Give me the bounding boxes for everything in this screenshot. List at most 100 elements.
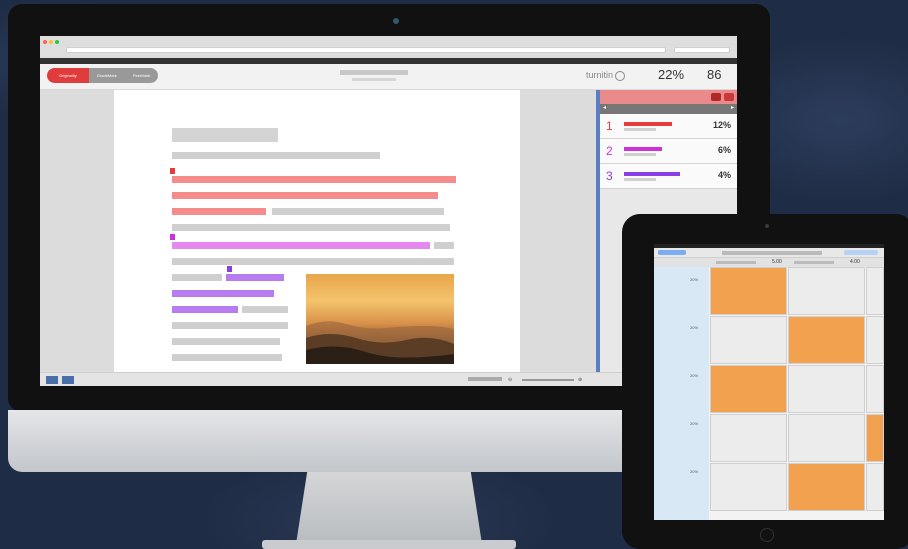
text-line	[172, 322, 288, 329]
mountain-silhouette	[306, 321, 454, 364]
chevron-left-icon[interactable]: ◂	[603, 104, 606, 111]
zoom-out-icon[interactable]: ⊖	[508, 377, 512, 383]
tab-grademark[interactable]: GradeMark	[88, 68, 125, 83]
match-source-bar	[624, 122, 672, 126]
browser-chrome	[40, 36, 737, 64]
app-toolbar: Originality GradeMark PeerMark turnitin …	[40, 64, 737, 90]
match-row-2[interactable]: 2 6%	[600, 139, 737, 164]
ipad-title	[722, 251, 822, 255]
rubric-cell-selected[interactable]	[710, 267, 787, 315]
view-mode-button[interactable]	[46, 376, 58, 384]
print-button[interactable]	[62, 376, 74, 384]
rubric-cell[interactable]	[866, 463, 884, 511]
criterion-weight: 20%	[690, 373, 699, 378]
text-line	[172, 152, 380, 159]
panel-toggle-button[interactable]	[711, 93, 721, 101]
grade-score[interactable]: 86	[707, 67, 721, 82]
criterion-weight: 20%	[690, 325, 699, 330]
ipad-action-button[interactable]	[844, 250, 878, 255]
page-count	[468, 377, 502, 381]
zoom-in-icon[interactable]: ⊕	[578, 377, 582, 383]
match-row-1[interactable]: 1 12%	[600, 114, 737, 139]
match-source-sub	[624, 178, 656, 181]
match-number: 2	[606, 144, 613, 158]
rubric-cell[interactable]	[866, 267, 884, 315]
criterion-weight: 20%	[690, 469, 699, 474]
text-line	[172, 274, 222, 281]
tab-originality[interactable]: Originality	[47, 68, 89, 83]
rubric-cell[interactable]	[788, 365, 865, 413]
rubric-cell[interactable]	[710, 463, 787, 511]
match-source-sub	[624, 153, 656, 156]
column-label	[794, 261, 834, 264]
document-viewer	[40, 90, 596, 372]
page-heading	[172, 128, 278, 142]
rubric-cell[interactable]	[866, 365, 884, 413]
highlight-match-2[interactable]	[172, 242, 430, 249]
text-line	[172, 354, 282, 361]
text-line	[242, 306, 288, 313]
chevron-right-icon[interactable]: ▸	[731, 104, 734, 111]
text-line	[272, 208, 444, 215]
rubric-cell[interactable]	[866, 316, 884, 364]
camera-icon	[393, 18, 399, 24]
highlight-match-3[interactable]	[226, 274, 284, 281]
ipad-home-button[interactable]	[760, 528, 774, 542]
close-window-button[interactable]	[43, 40, 47, 44]
match-row-3[interactable]: 3 4%	[600, 164, 737, 189]
highlight-match-1[interactable]	[172, 176, 456, 183]
zoom-slider[interactable]	[522, 379, 574, 381]
rubric-criteria-column: 20% 20% 20% 20% 20%	[654, 267, 709, 520]
match-percent: 12%	[712, 120, 731, 130]
highlight-match-1[interactable]	[172, 192, 438, 199]
panel-close-button[interactable]	[724, 93, 734, 101]
text-line	[172, 258, 454, 265]
document-subtitle	[352, 78, 396, 81]
address-bar[interactable]	[66, 47, 666, 53]
ipad-column-header: 5.00 4.00	[654, 258, 884, 267]
ipad-camera-icon	[765, 224, 769, 228]
match-percent: 4%	[717, 170, 731, 180]
highlight-match-1[interactable]	[172, 208, 266, 215]
maximize-window-button[interactable]	[55, 40, 59, 44]
match-marker-1[interactable]	[170, 168, 175, 174]
similarity-score[interactable]: 22%	[658, 67, 684, 82]
ipad-screen: 5.00 4.00 20% 20% 20% 20% 20%	[654, 244, 884, 520]
document-page	[114, 90, 520, 372]
match-source-sub	[624, 128, 656, 131]
rubric-cell-selected[interactable]	[710, 365, 787, 413]
ipad-navbar	[654, 248, 884, 258]
column-score: 4.00	[850, 259, 860, 265]
text-line	[172, 338, 280, 345]
back-button[interactable]	[658, 250, 686, 255]
rubric-cell-selected[interactable]	[866, 414, 884, 462]
landscape-photo	[306, 274, 454, 364]
document-title	[340, 70, 408, 75]
panel-nav: ◂ ▸	[600, 104, 737, 114]
match-number: 3	[606, 169, 613, 183]
browser-search-input[interactable]	[674, 47, 730, 53]
text-line	[434, 242, 454, 249]
highlight-match-3[interactable]	[172, 306, 238, 313]
match-source-bar	[624, 172, 680, 176]
rubric-cell[interactable]	[710, 316, 787, 364]
rubric-cell[interactable]	[788, 414, 865, 462]
highlight-match-3[interactable]	[172, 290, 274, 297]
turnitin-logo-icon	[615, 70, 626, 81]
rubric-cell-selected[interactable]	[788, 316, 865, 364]
imac-stand	[296, 472, 482, 544]
panel-header	[600, 90, 737, 104]
brand-name: turnitin	[586, 70, 614, 80]
match-source-bar	[624, 147, 662, 151]
tab-peermark[interactable]: PeerMark	[124, 68, 159, 83]
text-line	[172, 224, 450, 231]
rubric-cell[interactable]	[710, 414, 787, 462]
match-marker-2[interactable]	[170, 234, 175, 240]
match-number: 1	[606, 119, 613, 133]
mode-tabs: Originality GradeMark PeerMark	[47, 68, 159, 83]
minimize-window-button[interactable]	[49, 40, 53, 44]
match-marker-3[interactable]	[227, 266, 232, 272]
criterion-weight: 20%	[690, 421, 699, 426]
rubric-cell-selected[interactable]	[788, 463, 865, 511]
rubric-cell[interactable]	[788, 267, 865, 315]
